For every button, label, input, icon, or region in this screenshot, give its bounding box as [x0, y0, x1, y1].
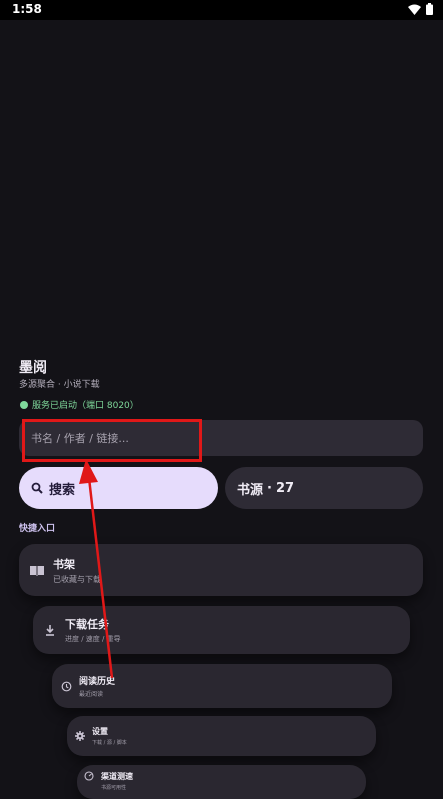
- quick-entry-title-text: 阅读历史: [79, 677, 116, 687]
- battery-icon: [426, 3, 433, 15]
- download-icon: [43, 624, 57, 636]
- quick-entry-subtitle: 下载 / 源 / 脚本: [92, 740, 127, 746]
- sources-count: 27: [275, 480, 295, 496]
- quick-entry-title-text: 设置: [92, 727, 108, 736]
- server-status: 服务已启动（端口 8020）: [20, 398, 139, 411]
- book-icon: [29, 565, 45, 576]
- speedometer-icon: [83, 771, 95, 781]
- status-bar: 1:58: [0, 0, 443, 20]
- sources-separator: ·: [267, 480, 272, 496]
- app-title: 墨阅: [19, 360, 47, 376]
- annotation-highlight-box: [22, 419, 202, 462]
- status-dot-icon: [20, 400, 28, 409]
- quick-entry-title-text: 渠道测速: [101, 772, 133, 781]
- quick-entry-subtitle: 最近阅读: [79, 691, 104, 698]
- history-icon: [60, 681, 72, 692]
- search-button-label: 搜索: [49, 482, 76, 498]
- status-icons: [408, 3, 433, 15]
- app-subtitle: 多源聚合 · 小说下载: [19, 380, 100, 390]
- quick-entry-subtitle: 书源可用性: [101, 785, 127, 791]
- quick-entry-subtitle: 进度 / 速度 / 重导: [65, 635, 121, 643]
- gear-icon: [74, 731, 86, 741]
- quick-entry-bookshelf[interactable]: 书架 已收藏与下载: [19, 544, 423, 596]
- sources-label: 书源: [237, 482, 264, 498]
- sources-button[interactable]: 书源 · 27: [225, 467, 423, 509]
- quick-entry-title-text: 下载任务: [65, 618, 109, 631]
- status-time: 1:58: [12, 2, 42, 16]
- search-icon: [31, 482, 43, 494]
- quick-entry-title: 快捷入口: [19, 524, 56, 534]
- quick-entry-speed-test[interactable]: 渠道测速 书源可用性: [77, 765, 366, 799]
- server-status-text: 服务已启动（端口 8020）: [32, 401, 139, 411]
- quick-entry-settings[interactable]: 设置 下载 / 源 / 脚本: [67, 716, 376, 756]
- quick-entry-downloads[interactable]: 下载任务 进度 / 速度 / 重导: [33, 606, 410, 654]
- wifi-icon: [408, 4, 421, 15]
- quick-entry-title-text: 书架: [53, 557, 75, 571]
- search-button[interactable]: 搜索: [19, 467, 218, 509]
- quick-entry-history[interactable]: 阅读历史 最近阅读: [52, 664, 392, 708]
- quick-entry-subtitle: 已收藏与下载: [53, 574, 101, 584]
